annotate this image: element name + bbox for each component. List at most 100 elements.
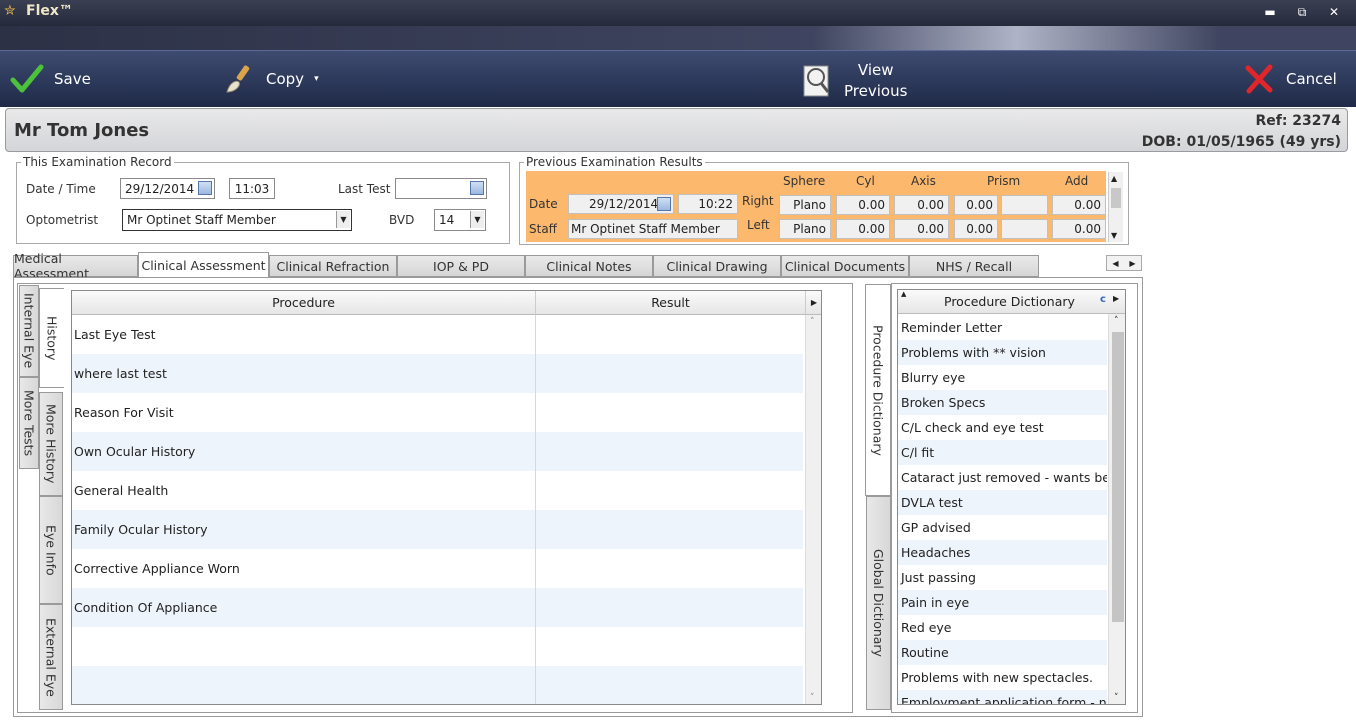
last-test-input[interactable] (395, 178, 487, 199)
minimize-icon[interactable]: ▬ (1262, 5, 1278, 19)
table-row[interactable]: where last test (72, 354, 803, 393)
list-item[interactable]: Pain in eye (898, 590, 1107, 615)
table-row[interactable] (72, 666, 803, 704)
cancel-button[interactable]: Cancel (1242, 62, 1337, 96)
result-cell[interactable] (535, 510, 536, 549)
result-cell[interactable] (535, 588, 536, 627)
scroll-up-icon[interactable]: ▲ (1111, 174, 1117, 183)
table-row[interactable]: Family Ocular History (72, 510, 803, 549)
side-tab-more-tests[interactable]: More Tests (19, 377, 39, 469)
procedure-cell: Last Eye Test (74, 327, 156, 342)
list-item[interactable]: DVLA test (898, 490, 1107, 515)
scroll-up-icon[interactable]: ˄ (810, 317, 815, 327)
bvd-label: BVD (389, 213, 415, 227)
prev-staff-value: Mr Optinet Staff Member (568, 219, 738, 239)
procedure-cell: Condition Of Appliance (74, 600, 218, 615)
table-row[interactable] (72, 627, 803, 666)
calendar-icon[interactable] (470, 181, 484, 195)
copy-dropdown-icon[interactable]: ▾ (314, 74, 319, 84)
list-item[interactable]: Cataract just removed - wants better (898, 465, 1107, 490)
side-tab-procedure-dictionary[interactable]: Procedure Dictionary (865, 284, 891, 496)
save-button[interactable]: Save (10, 62, 91, 96)
scroll-down-icon[interactable]: ▼ (1111, 231, 1117, 240)
table-row[interactable]: Condition Of Appliance (72, 588, 803, 627)
list-item[interactable]: Headaches (898, 540, 1107, 565)
table-row[interactable]: General Health (72, 471, 803, 510)
side-tab-more-history[interactable]: More History (39, 392, 63, 496)
right-eye-label: Right (742, 194, 774, 208)
scroll-down-icon[interactable]: ˅ (1114, 693, 1119, 703)
result-cell[interactable] (535, 354, 536, 393)
tab-nhs-recall[interactable]: NHS / Recall (909, 255, 1039, 277)
procedure-cell: where last test (74, 366, 167, 381)
result-cell[interactable] (535, 393, 536, 432)
tab-medical-assessment[interactable]: Medical Assessment (13, 251, 138, 281)
dictionary-header-label: Procedure Dictionary (944, 294, 1075, 309)
calendar-icon[interactable] (198, 181, 212, 195)
tab-clinical-notes[interactable]: Clinical Notes (525, 255, 653, 277)
tab-iop-pd[interactable]: IOP & PD (397, 255, 525, 277)
tab-clinical-assessment[interactable]: Clinical Assessment (138, 252, 269, 278)
table-row[interactable]: Corrective Appliance Worn (72, 549, 803, 588)
result-cell[interactable] (535, 432, 536, 471)
grid-scrollbar[interactable]: ˄ ˅ (805, 315, 821, 704)
close-icon[interactable]: ✕ (1326, 5, 1342, 19)
chevron-down-icon[interactable]: ▼ (336, 211, 350, 228)
prev-date-value: 29/12/2014 (568, 194, 674, 214)
tab-scroll-right-icon[interactable]: ▶ (1129, 259, 1135, 268)
list-item[interactable]: Problems with new spectacles. (898, 665, 1107, 690)
result-cell[interactable] (535, 471, 536, 510)
table-row[interactable]: Reason For Visit (72, 393, 803, 432)
tab-clinical-documents[interactable]: Clinical Documents (781, 255, 909, 277)
side-tab-history[interactable]: History (39, 288, 64, 388)
tab-clinical-drawing[interactable]: Clinical Drawing (653, 255, 781, 277)
column-scroll-right-icon[interactable]: ▶ (1113, 294, 1119, 303)
list-item[interactable]: C/L check and eye test (898, 415, 1107, 440)
procedure-cell: Own Ocular History (74, 444, 196, 459)
copy-button[interactable]: Copy ▾ (222, 62, 319, 96)
list-item[interactable]: GP advised (898, 515, 1107, 540)
side-tab-global-dictionary[interactable]: Global Dictionary (866, 496, 891, 710)
side-tab-external-eye[interactable]: External Eye (39, 604, 63, 710)
side-tab-internal-eye[interactable]: Internal Eye (19, 285, 39, 377)
left-axis: 0.00 (894, 219, 949, 239)
scroll-thumb[interactable] (1111, 188, 1121, 208)
view-previous-button[interactable]: View Previous (800, 60, 907, 102)
list-item[interactable]: C/l fit (898, 440, 1107, 465)
result-cell[interactable] (535, 549, 536, 588)
list-item[interactable]: Blurry eye (898, 365, 1107, 390)
list-item[interactable]: Red eye (898, 615, 1107, 640)
dictionary-scrollbar[interactable]: ˄ ˅ (1108, 314, 1125, 704)
list-item[interactable]: Broken Specs (898, 390, 1107, 415)
exam-date-input[interactable]: 29/12/2014 (120, 178, 215, 199)
scroll-down-icon[interactable]: ˅ (810, 693, 815, 703)
optometrist-select[interactable]: Mr Optinet Staff Member ▼ (122, 209, 352, 231)
sort-icon[interactable]: ▲ (901, 290, 906, 298)
procedure-column-header[interactable]: Procedure (72, 291, 535, 315)
side-tab-eye-info[interactable]: Eye Info (39, 496, 63, 604)
table-row[interactable]: Own Ocular History (72, 432, 803, 471)
chevron-down-icon[interactable]: ▼ (470, 211, 484, 228)
bvd-select[interactable]: 14 ▼ (434, 209, 486, 231)
result-cell[interactable] (535, 315, 536, 354)
previous-results-scrollbar[interactable]: ▲ ▼ (1108, 172, 1123, 242)
list-item[interactable]: Routine (898, 640, 1107, 665)
side-tab-internal-eye-label: Internal Eye (21, 293, 37, 369)
restore-icon[interactable]: ⧉ (1294, 5, 1310, 20)
result-column-header[interactable]: Result (535, 291, 805, 315)
scroll-up-icon[interactable]: ˄ (1114, 316, 1119, 326)
tab-scroll-left-icon[interactable]: ◀ (1112, 259, 1118, 268)
table-row[interactable]: Last Eye Test (72, 315, 803, 354)
refresh-icon[interactable]: c (1100, 294, 1106, 305)
exam-time-input[interactable]: 11:03 (229, 178, 275, 199)
cyl-header: Cyl (856, 174, 875, 188)
list-item[interactable]: Just passing (898, 565, 1107, 590)
scroll-thumb[interactable] (1112, 332, 1124, 622)
list-item[interactable]: Problems with ** vision (898, 340, 1107, 365)
list-item[interactable]: Employment application form - no (898, 690, 1107, 704)
tab-clinical-refraction[interactable]: Clinical Refraction (269, 255, 397, 277)
list-item[interactable]: Reminder Letter (898, 315, 1107, 340)
result-cell[interactable] (535, 627, 536, 666)
column-scroll-right-icon[interactable]: ▶ (805, 291, 821, 315)
result-cell[interactable] (535, 666, 536, 704)
